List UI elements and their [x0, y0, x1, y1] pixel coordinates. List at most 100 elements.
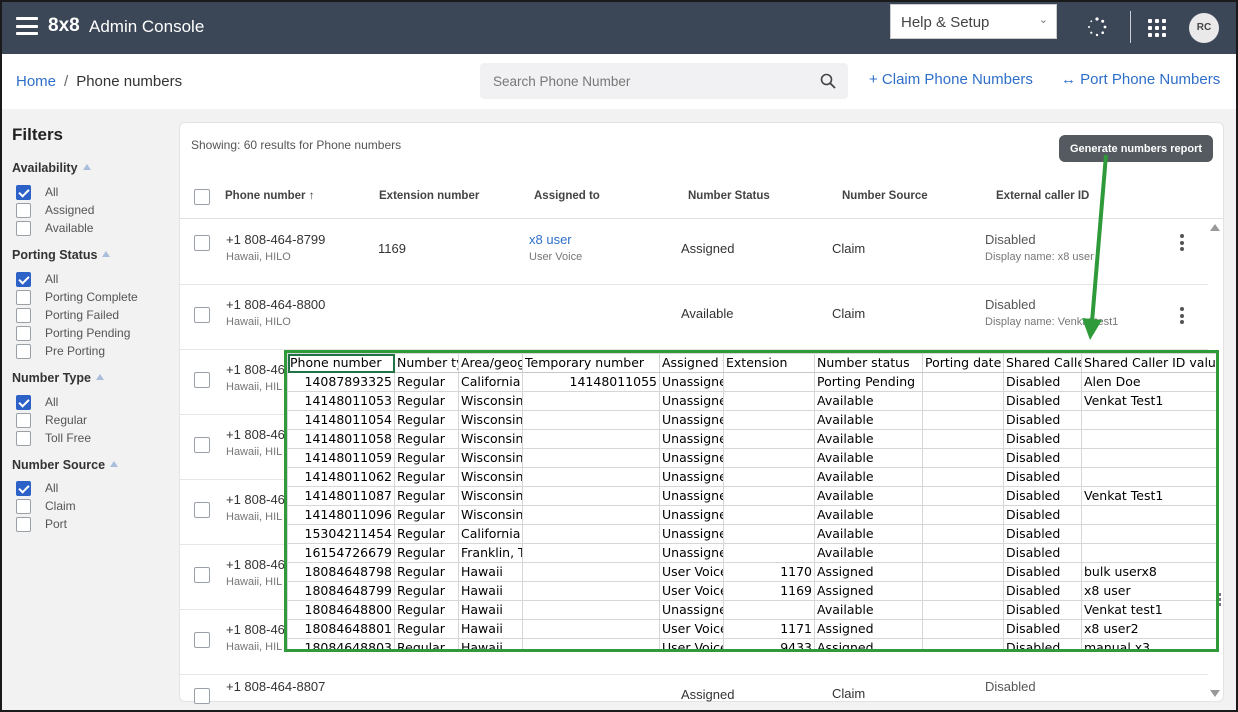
help-setup-dropdown[interactable]: Help & Setup ⌄ [890, 4, 1057, 39]
spreadsheet-cell[interactable]: Franklin, TN [458, 543, 523, 563]
spreadsheet-cell[interactable] [922, 600, 1004, 620]
spreadsheet-cell[interactable] [723, 467, 815, 487]
spreadsheet-cell[interactable]: 14087893325 [287, 372, 395, 392]
spreadsheet-cell[interactable]: 14148011087 [287, 486, 395, 506]
spreadsheet-cell[interactable]: 14148011096 [287, 505, 395, 525]
spreadsheet-cell[interactable]: User Voice [659, 581, 724, 601]
row-checkbox[interactable] [194, 632, 210, 648]
spreadsheet-cell[interactable]: Available [814, 429, 923, 449]
spreadsheet-cell[interactable]: Disabled [1003, 467, 1082, 487]
spreadsheet-cell[interactable] [922, 448, 1004, 468]
spreadsheet-cell[interactable]: Available [814, 391, 923, 411]
spreadsheet-cell[interactable]: Regular [394, 486, 459, 506]
column-phone-number[interactable]: Phone number ↑ [225, 190, 314, 202]
spreadsheet-cell[interactable] [723, 391, 815, 411]
spreadsheet-cell[interactable]: Regular [394, 562, 459, 582]
claim-phone-numbers-link[interactable]: + Claim Phone Numbers [869, 71, 1033, 88]
spreadsheet-cell[interactable] [922, 638, 1004, 649]
spreadsheet-cell[interactable]: 16154726679 [287, 543, 395, 563]
spreadsheet-cell[interactable] [723, 486, 815, 506]
spreadsheet-cell[interactable]: 18084648798 [287, 562, 395, 582]
spreadsheet-cell[interactable]: 18084648803 [287, 638, 395, 649]
filter-group-number-source[interactable]: Number Source [12, 458, 119, 472]
spreadsheet-cell[interactable] [922, 505, 1004, 525]
spreadsheet-cell[interactable]: Disabled [1003, 429, 1082, 449]
app-grid-icon[interactable] [1148, 19, 1166, 37]
spreadsheet-cell[interactable] [723, 410, 815, 430]
spreadsheet-cell[interactable]: Available [814, 486, 923, 506]
spreadsheet-cell[interactable]: Disabled [1003, 505, 1082, 525]
spreadsheet-cell[interactable]: Available [814, 467, 923, 487]
spreadsheet-cell[interactable]: Wisconsin [458, 429, 523, 449]
spreadsheet-cell[interactable] [922, 410, 1004, 430]
spreadsheet-header-cell[interactable]: Shared Caller ID value [1081, 353, 1216, 373]
spreadsheet-cell[interactable]: Wisconsin [458, 391, 523, 411]
spreadsheet-header-cell[interactable]: Shared Calle [1003, 353, 1082, 373]
spreadsheet-cell[interactable] [723, 543, 815, 563]
spreadsheet-cell[interactable]: Wisconsin [458, 448, 523, 468]
spreadsheet-cell[interactable]: Available [814, 505, 923, 525]
spreadsheet-cell[interactable]: 14148011062 [287, 467, 395, 487]
spreadsheet-cell[interactable]: 1169 [723, 581, 815, 601]
spreadsheet-cell[interactable]: Wisconsin [458, 505, 523, 525]
column-external-caller-id[interactable]: External caller ID [996, 190, 1089, 202]
spreadsheet-cell[interactable]: Wisconsin [458, 467, 523, 487]
column-number-status[interactable]: Number Status [688, 190, 770, 202]
more-options-icon[interactable] [1180, 234, 1186, 254]
spreadsheet-cell[interactable]: Regular [394, 505, 459, 525]
filter-group-number-type[interactable]: Number Type [12, 371, 104, 385]
row-checkbox[interactable] [194, 235, 210, 251]
spreadsheet-cell[interactable]: manual x3 [1081, 638, 1216, 649]
spreadsheet-cell[interactable]: California [458, 524, 523, 544]
spreadsheet-cell[interactable]: 15304211454 [287, 524, 395, 544]
spreadsheet-cell[interactable] [1081, 543, 1216, 563]
spreadsheet-cell[interactable] [723, 600, 815, 620]
spreadsheet-cell[interactable]: Venkat Test1 [1081, 391, 1216, 411]
spreadsheet-cell[interactable]: Disabled [1003, 391, 1082, 411]
breadcrumb-home-link[interactable]: Home [16, 73, 56, 90]
spreadsheet-cell[interactable]: User Voice [659, 562, 724, 582]
spreadsheet-cell[interactable]: Porting Pending [814, 372, 923, 392]
table-row[interactable]: +1 808-464-8800 Hawaii, HILO Available C… [180, 285, 1208, 350]
spreadsheet-cell[interactable]: 14148011059 [287, 448, 395, 468]
spreadsheet-cell[interactable]: Unassigned [659, 372, 724, 392]
avatar[interactable]: RC [1189, 13, 1219, 43]
spreadsheet-header-cell[interactable]: Number status [814, 353, 923, 373]
spreadsheet-cell[interactable] [522, 619, 660, 639]
spreadsheet-cell[interactable]: Hawaii [458, 619, 523, 639]
spreadsheet-cell[interactable]: Disabled [1003, 638, 1082, 649]
spreadsheet-cell[interactable] [922, 467, 1004, 487]
filter-group-porting-status[interactable]: Porting Status [12, 248, 111, 262]
spreadsheet-cell[interactable]: Wisconsin [458, 410, 523, 430]
spreadsheet-cell[interactable]: 18084648801 [287, 619, 395, 639]
spreadsheet-cell[interactable]: Regular [394, 429, 459, 449]
row-checkbox[interactable] [194, 307, 210, 323]
spreadsheet-cell[interactable]: x8 user2 [1081, 619, 1216, 639]
hamburger-menu-icon[interactable] [16, 17, 38, 35]
spreadsheet-cell[interactable] [723, 372, 815, 392]
spreadsheet-cell[interactable] [522, 448, 660, 468]
port-phone-numbers-link[interactable]: ↔ Port Phone Numbers [1061, 71, 1220, 88]
spreadsheet-cell[interactable]: Available [814, 543, 923, 563]
spreadsheet-cell[interactable]: Unassigned [659, 505, 724, 525]
spreadsheet-cell[interactable]: Hawaii [458, 581, 523, 601]
spreadsheet-cell[interactable]: Assigned [814, 581, 923, 601]
spreadsheet-cell[interactable]: 9433 [723, 638, 815, 649]
spreadsheet-cell[interactable] [922, 372, 1004, 392]
spreadsheet-cell[interactable]: Disabled [1003, 581, 1082, 601]
search-icon[interactable] [820, 73, 836, 89]
spreadsheet-cell[interactable]: Available [814, 410, 923, 430]
spreadsheet-cell[interactable] [922, 391, 1004, 411]
spreadsheet-cell[interactable] [723, 505, 815, 525]
spreadsheet-cell[interactable]: Regular [394, 638, 459, 649]
spreadsheet-cell[interactable]: California [458, 372, 523, 392]
spreadsheet-cell[interactable] [922, 486, 1004, 506]
spreadsheet-cell[interactable]: Disabled [1003, 524, 1082, 544]
spreadsheet-cell[interactable]: User Voice [659, 619, 724, 639]
loading-spinner-icon[interactable] [1087, 17, 1107, 37]
spreadsheet-cell[interactable] [522, 410, 660, 430]
brand-logo[interactable]: 8x8 [48, 15, 80, 37]
spreadsheet-cell[interactable]: Regular [394, 372, 459, 392]
spreadsheet-header-cell[interactable]: Temporary number [522, 353, 660, 373]
spreadsheet-cell[interactable]: Disabled [1003, 600, 1082, 620]
